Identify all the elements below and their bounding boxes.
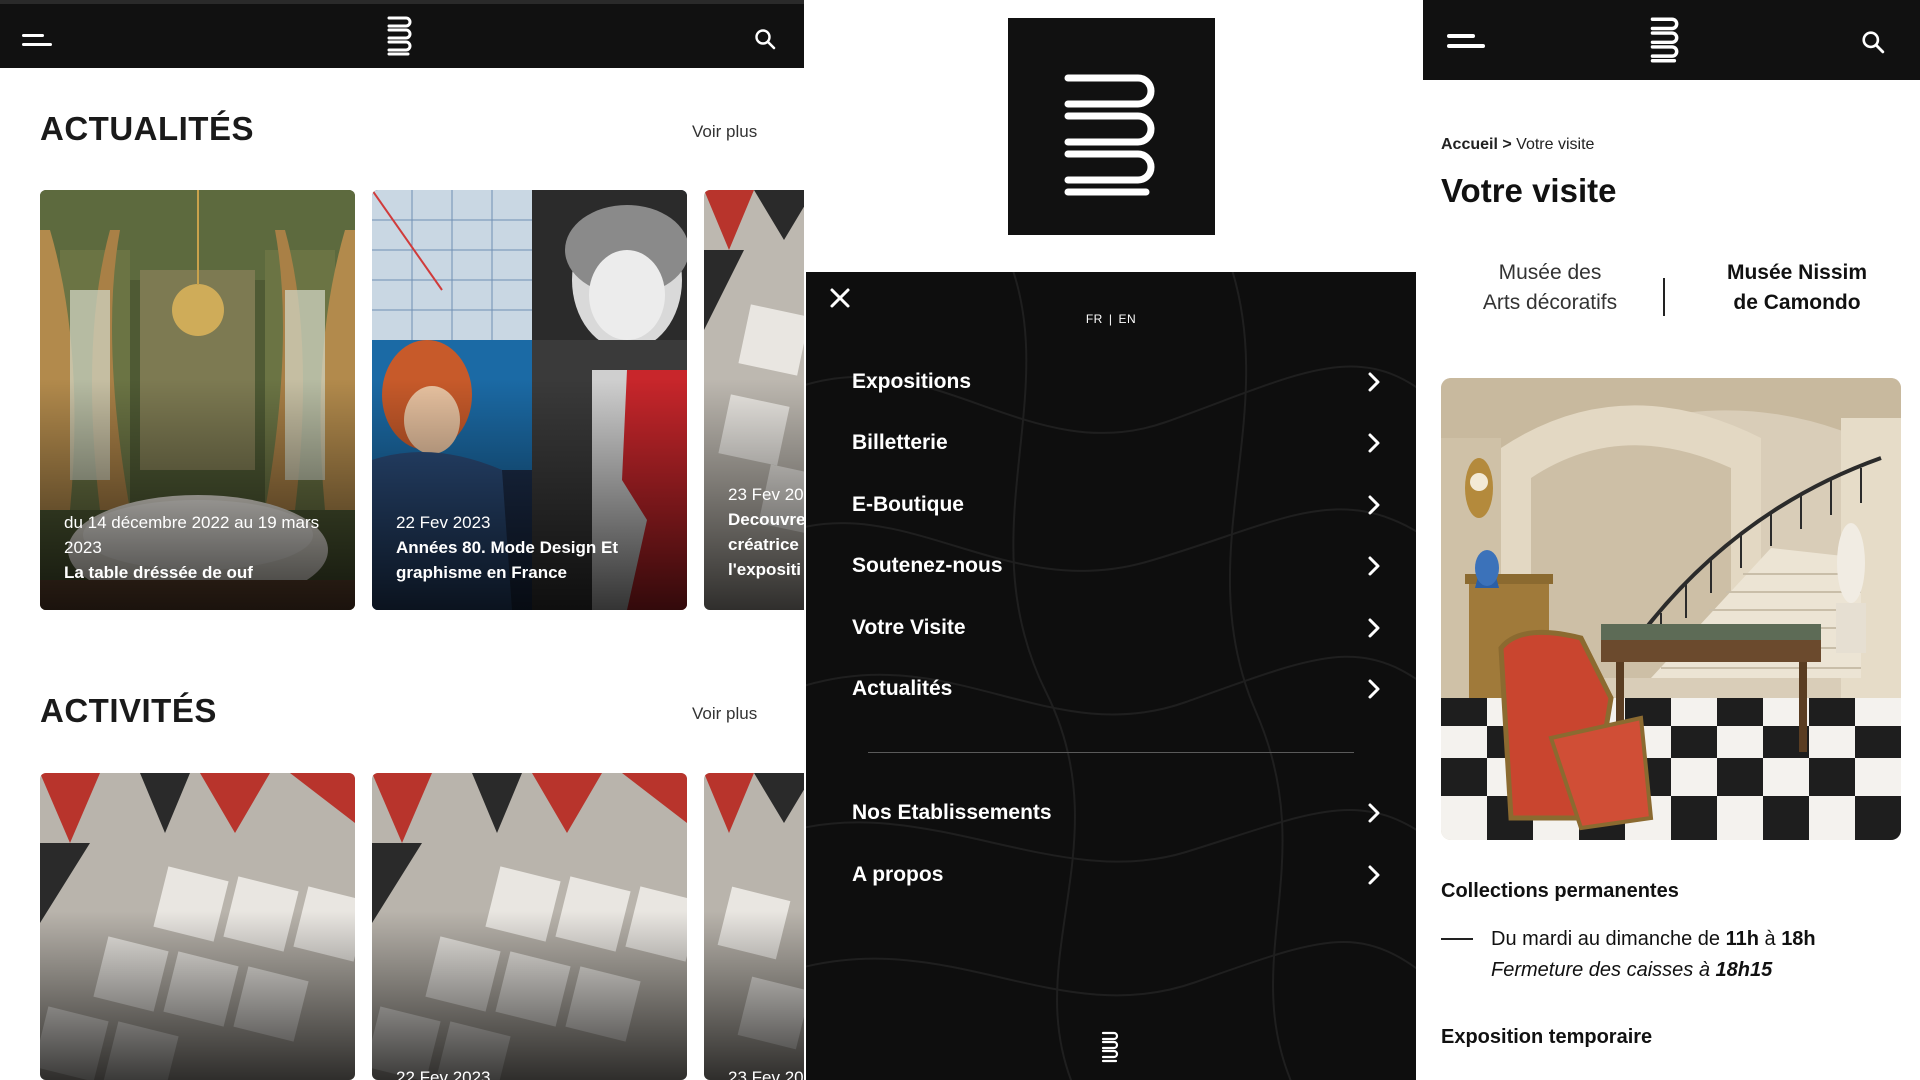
menu-item-e-boutique[interactable]: E-Boutique xyxy=(852,485,1382,525)
activity-card[interactable]: 23 Fev 20 xyxy=(704,773,804,1080)
chevron-right-icon xyxy=(1368,679,1380,699)
news-card-date: 22 Fev 2023 xyxy=(396,513,491,532)
breadcrumb-current: Votre visite xyxy=(1516,136,1595,153)
menu-item-label: A propos xyxy=(852,863,944,886)
breadcrumb: Accueil > Votre visite xyxy=(1441,136,1594,154)
top-nav-bar xyxy=(0,0,804,68)
menu-item-label: Actualités xyxy=(852,677,953,700)
top-nav-bar xyxy=(1423,0,1920,80)
breadcrumb-separator: > xyxy=(1502,136,1512,153)
menu-item-label: Soutenez-nous xyxy=(852,554,1003,577)
screenshot-stage: ACTUALITÉS Voir plus du 14 décembre 2022… xyxy=(0,0,1920,1080)
news-section-title: ACTUALITÉS xyxy=(40,110,254,147)
menu-item-soutenez-nous[interactable]: Soutenez-nous xyxy=(852,546,1382,586)
menu-item-billetterie[interactable]: Billetterie xyxy=(852,423,1382,463)
activities-section-title: ACTIVITÉS xyxy=(40,692,217,729)
closing-text: Fermeture des caisses à xyxy=(1491,959,1710,981)
activity-card[interactable] xyxy=(40,773,355,1080)
mad-logo-icon[interactable] xyxy=(386,14,412,58)
mad-logo-icon[interactable] xyxy=(1649,14,1679,66)
language-switcher: FR | EN xyxy=(806,312,1416,326)
lang-separator: | xyxy=(1108,312,1113,326)
mad-logo-tile xyxy=(1008,18,1215,235)
activity-card-date: 22 Fev 2023 xyxy=(396,1068,491,1080)
navigation-drawer: FR | EN Expositions Billetterie E-Boutique… xyxy=(806,272,1416,1080)
chevron-right-icon xyxy=(1368,433,1380,453)
menu-item-label: Billetterie xyxy=(852,431,948,454)
home-panel: ACTUALITÉS Voir plus du 14 décembre 2022… xyxy=(0,0,804,1080)
activity-card[interactable]: 22 Fev 2023 xyxy=(372,773,687,1080)
list-dash xyxy=(1441,938,1473,940)
menu-item-label: Expositions xyxy=(852,370,972,393)
museum-interior-illustration xyxy=(1441,378,1901,840)
tab-label-line: Musée Nissim xyxy=(1726,261,1868,284)
breadcrumb-home-link[interactable]: Accueil xyxy=(1441,136,1498,153)
menu-item-label: Nos Etablissements xyxy=(852,801,1052,824)
search-icon[interactable] xyxy=(754,28,776,50)
menu-item-nos-etablissements[interactable]: Nos Etablissements xyxy=(852,793,1382,833)
temporary-exhibition-heading: Exposition temporaire xyxy=(1441,1026,1653,1048)
news-card-date: du 14 décembre 2022 au 19 mars 2023 xyxy=(64,513,320,557)
lang-fr-link[interactable]: FR xyxy=(1086,312,1103,326)
close-icon[interactable] xyxy=(828,286,852,310)
tab-divider xyxy=(1663,278,1665,316)
closing-time: 18h15 xyxy=(1715,959,1773,981)
activities-see-more-link[interactable]: Voir plus xyxy=(692,704,757,724)
visit-panel: Accueil > Votre visite Votre visite Musé… xyxy=(1423,0,1920,1080)
menu-divider xyxy=(868,752,1354,753)
mad-logo-icon xyxy=(1101,1031,1119,1063)
collections-heading: Collections permanentes xyxy=(1441,880,1679,902)
tab-label-line: Musée des xyxy=(1498,261,1602,284)
news-card-title: La table dréssée de ouf xyxy=(64,563,253,582)
tab-musee-nissim-de-camondo[interactable]: Musée Nissim de Camondo xyxy=(1687,258,1907,318)
mad-logo-icon xyxy=(1064,74,1155,196)
chevron-right-icon xyxy=(1368,803,1380,823)
search-icon[interactable] xyxy=(1861,30,1885,54)
museum-hero-image xyxy=(1441,378,1901,840)
menu-item-label: E-Boutique xyxy=(852,493,964,516)
chevron-right-icon xyxy=(1368,865,1380,885)
page-title: Votre visite xyxy=(1441,172,1617,209)
tab-label-line: de Camondo xyxy=(1733,291,1861,314)
news-see-more-link[interactable]: Voir plus xyxy=(692,122,757,142)
menu-item-votre-visite[interactable]: Votre Visite xyxy=(852,608,1382,648)
menu-item-expositions[interactable]: Expositions xyxy=(852,362,1382,402)
hours-text: Du mardi au dimanche de xyxy=(1491,928,1721,950)
chevron-right-icon xyxy=(1368,495,1380,515)
tab-musee-arts-decoratifs[interactable]: Musée des Arts décoratifs xyxy=(1440,258,1660,318)
menu-item-a-propos[interactable]: A propos xyxy=(852,855,1382,895)
hamburger-menu-icon[interactable] xyxy=(1447,34,1485,48)
menu-item-actualites[interactable]: Actualités xyxy=(852,669,1382,709)
opening-hours: Du mardi au dimanche de 11h à 18h Fermet… xyxy=(1491,924,1816,986)
lang-en-link[interactable]: EN xyxy=(1118,312,1136,326)
news-card-title: Années 80. Mode Design Et graphisme en F… xyxy=(396,538,618,582)
chevron-right-icon xyxy=(1368,556,1380,576)
activity-card-date: 23 Fev 20 xyxy=(728,1068,804,1080)
news-card[interactable]: 22 Fev 2023 Années 80. Mode Design Et gr… xyxy=(372,190,687,610)
hours-open: 11h xyxy=(1725,928,1759,950)
news-card-title: Decouvre créatrice l'expositi xyxy=(728,510,804,579)
news-card[interactable]: 23 Fev 20 Decouvre créatrice l'expositi xyxy=(704,190,804,610)
news-card-date: 23 Fev 20 xyxy=(728,485,804,504)
hamburger-menu-icon[interactable] xyxy=(22,34,52,46)
hours-mid: à xyxy=(1764,928,1776,950)
chevron-right-icon xyxy=(1368,372,1380,392)
chevron-right-icon xyxy=(1368,618,1380,638)
hours-close: 18h xyxy=(1781,928,1816,950)
menu-item-label: Votre Visite xyxy=(852,616,966,639)
news-card[interactable]: du 14 décembre 2022 au 19 mars 2023 La t… xyxy=(40,190,355,610)
tab-label-line: Arts décoratifs xyxy=(1482,291,1618,314)
